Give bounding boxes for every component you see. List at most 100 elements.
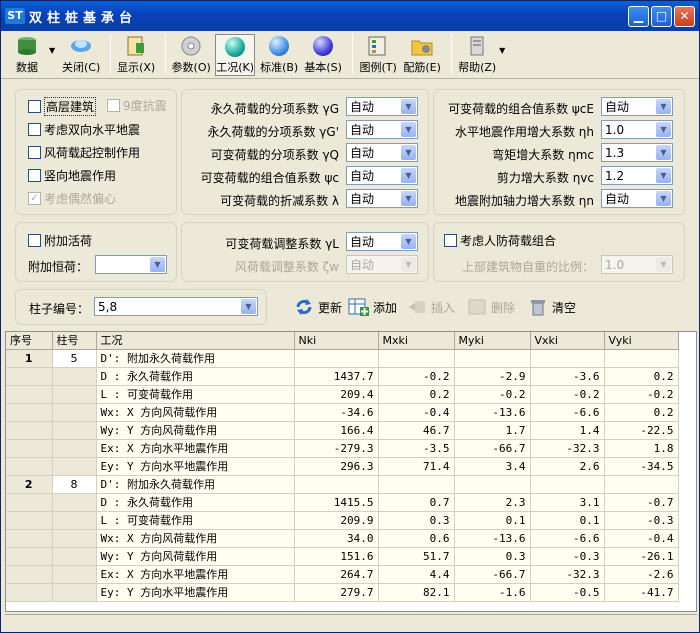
value-cell[interactable] <box>378 475 455 494</box>
value-cell[interactable]: 209.4 <box>294 385 379 404</box>
load-case-cell[interactable]: D : 永久荷载作用 <box>96 493 295 512</box>
value-cell[interactable]: 296.3 <box>294 457 379 476</box>
value-cell[interactable]: -3.6 <box>530 367 605 386</box>
value-cell[interactable]: -0.4 <box>604 529 679 548</box>
value-cell[interactable]: -34.5 <box>604 457 679 476</box>
table-row[interactable]: Ex: X 方向水平地震作用 -279.3 -3.5 -66.7 -32.3 1.8 <box>6 439 679 458</box>
load-case-cell[interactable]: D': 附加永久荷载作用 <box>96 475 295 494</box>
toolbar-close-disc-button[interactable]: 关闭(C) <box>61 34 101 76</box>
column-header[interactable]: Vxki <box>530 332 605 350</box>
high-building-checkbox[interactable] <box>28 100 41 113</box>
value-cell[interactable]: 34.0 <box>294 529 379 548</box>
value-cell[interactable] <box>604 475 679 494</box>
value-cell[interactable]: 0.2 <box>604 367 679 386</box>
column-no-cell[interactable] <box>52 403 97 422</box>
update-button[interactable]: 更新 <box>293 297 342 317</box>
coef_right-select[interactable]: 1.3 ▼ <box>601 143 673 162</box>
load-case-cell[interactable]: Ex: X 方向水平地震作用 <box>96 565 295 584</box>
toolbar-rebar-folder-button[interactable]: 配筋(E) <box>402 34 442 76</box>
toolbar-blue-ball-button[interactable]: 标准(B) <box>259 34 299 76</box>
column-header[interactable]: Vyki <box>604 332 679 350</box>
table-row[interactable]: Wy: Y 方向风荷载作用 166.4 46.7 1.7 1.4 -22.5 <box>6 421 679 440</box>
load-case-cell[interactable]: Ex: X 方向水平地震作用 <box>96 439 295 458</box>
value-cell[interactable]: 4.4 <box>378 565 455 584</box>
value-cell[interactable]: -2.9 <box>454 367 531 386</box>
toolbar-legend-button[interactable]: 图例(T) <box>358 34 398 76</box>
value-cell[interactable]: 1415.5 <box>294 493 379 512</box>
value-cell[interactable] <box>294 475 379 494</box>
toolbar-cd-button[interactable]: 参数(O) <box>171 34 211 76</box>
column-no-cell[interactable] <box>52 565 97 584</box>
table-row[interactable]: 2 8 D': 附加永久荷载作用 <box>6 475 679 494</box>
column-no-cell[interactable] <box>52 457 97 476</box>
load-case-cell[interactable]: Wy: Y 方向风荷载作用 <box>96 421 295 440</box>
table-row[interactable]: D : 永久荷载作用 1415.5 0.7 2.3 3.1 -0.7 <box>6 493 679 512</box>
value-cell[interactable]: -32.3 <box>530 439 605 458</box>
value-cell[interactable]: 3.4 <box>454 457 531 476</box>
column-header[interactable]: Nki <box>294 332 379 350</box>
value-cell[interactable]: -279.3 <box>294 439 379 458</box>
table-row[interactable]: L : 可变荷载作用 209.9 0.3 0.1 0.1 -0.3 <box>6 511 679 530</box>
value-cell[interactable]: -0.2 <box>604 385 679 404</box>
column-header[interactable]: 柱号 <box>52 332 97 350</box>
value-cell[interactable]: -22.5 <box>604 421 679 440</box>
column-no-cell[interactable] <box>52 547 97 566</box>
value-cell[interactable]: 264.7 <box>294 565 379 584</box>
civil-defense-checkbox[interactable] <box>444 234 457 247</box>
toolbar-database-button[interactable]: 数据 <box>7 34 47 76</box>
table-row[interactable]: Ey: Y 方向水平地震作用 279.7 82.1 -1.6 -0.5 -41.7 <box>6 583 679 602</box>
close-window-button[interactable]: ✕ <box>674 5 695 27</box>
column-header[interactable]: Myki <box>454 332 531 350</box>
value-cell[interactable]: -13.6 <box>454 529 531 548</box>
load-case-cell[interactable]: Wx: X 方向风荷载作用 <box>96 403 295 422</box>
value-cell[interactable]: 166.4 <box>294 421 379 440</box>
table-row[interactable]: Wy: Y 方向风荷载作用 151.6 51.7 0.3 -0.3 -26.1 <box>6 547 679 566</box>
wind-ctrl-option[interactable]: 风荷载起控制作用 <box>28 144 140 161</box>
coef_right-select[interactable]: 自动 ▼ <box>601 189 673 208</box>
value-cell[interactable]: -6.6 <box>530 529 605 548</box>
value-cell[interactable] <box>530 349 605 368</box>
column-no-cell[interactable]: 5 <box>52 349 97 368</box>
live-adjust-select[interactable]: 自动 ▼ <box>346 232 418 251</box>
value-cell[interactable] <box>454 349 531 368</box>
value-cell[interactable]: -1.6 <box>454 583 531 602</box>
add-dead-select[interactable]: ▼ <box>95 255 167 274</box>
dropdown-arrow-icon[interactable]: ▼ <box>499 46 505 55</box>
value-cell[interactable]: 82.1 <box>378 583 455 602</box>
column-no-cell[interactable] <box>52 529 97 548</box>
value-cell[interactable]: 0.3 <box>454 547 531 566</box>
value-cell[interactable]: 2.6 <box>530 457 605 476</box>
toolbar-display-button[interactable]: 显示(X) <box>116 34 156 76</box>
value-cell[interactable]: -13.6 <box>454 403 531 422</box>
column-no-cell[interactable] <box>52 583 97 602</box>
maximize-button[interactable]: □ <box>651 5 672 27</box>
value-cell[interactable]: -66.7 <box>454 439 531 458</box>
column-select[interactable]: 5,8 ▼ <box>94 297 258 316</box>
value-cell[interactable]: -66.7 <box>454 565 531 584</box>
load-case-cell[interactable]: Ey: Y 方向水平地震作用 <box>96 583 295 602</box>
value-cell[interactable]: -0.2 <box>378 367 455 386</box>
value-cell[interactable]: 0.1 <box>530 511 605 530</box>
civil-defense-option[interactable]: 考虑人防荷载组合 <box>444 232 556 249</box>
value-cell[interactable]: -0.4 <box>378 403 455 422</box>
value-cell[interactable]: 1437.7 <box>294 367 379 386</box>
coef_mid-select[interactable]: 自动 ▼ <box>346 189 418 208</box>
value-cell[interactable]: 0.7 <box>378 493 455 512</box>
value-cell[interactable]: -41.7 <box>604 583 679 602</box>
load-case-cell[interactable]: L : 可变荷载作用 <box>96 511 295 530</box>
coef_mid-select[interactable]: 自动 ▼ <box>346 166 418 185</box>
load-case-cell[interactable]: D : 永久荷载作用 <box>96 367 295 386</box>
value-cell[interactable]: 0.2 <box>604 403 679 422</box>
minimize-button[interactable]: ▁ <box>628 5 649 27</box>
load-case-cell[interactable]: L : 可变荷载作用 <box>96 385 295 404</box>
coef_mid-select[interactable]: 自动 ▼ <box>346 97 418 116</box>
value-cell[interactable]: 51.7 <box>378 547 455 566</box>
column-no-cell[interactable] <box>52 511 97 530</box>
value-cell[interactable]: 151.6 <box>294 547 379 566</box>
value-cell[interactable]: -26.1 <box>604 547 679 566</box>
load-case-cell[interactable]: Wy: Y 方向风荷载作用 <box>96 547 295 566</box>
coef_right-select[interactable]: 1.2 ▼ <box>601 166 673 185</box>
column-no-cell[interactable] <box>52 367 97 386</box>
value-cell[interactable]: -34.6 <box>294 403 379 422</box>
coef_right-select[interactable]: 自动 ▼ <box>601 97 673 116</box>
